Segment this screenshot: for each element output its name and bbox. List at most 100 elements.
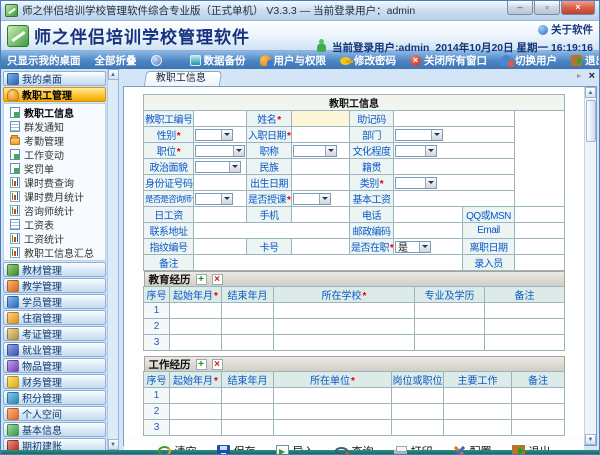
show-my-desktop-button[interactable]: 只显示我的桌面 [7, 53, 81, 68]
work-cell[interactable] [511, 419, 565, 436]
sidebar-group-employment[interactable]: 就业管理 [3, 342, 106, 357]
work-cell[interactable] [391, 419, 444, 436]
add-row-icon[interactable]: + [195, 273, 207, 285]
scrollbar-thumb[interactable] [585, 100, 596, 142]
edu-cell[interactable] [414, 302, 485, 319]
edu-cell[interactable] [221, 318, 274, 335]
leave-date-input[interactable] [514, 238, 565, 255]
name-input[interactable] [291, 110, 350, 127]
work-cell[interactable] [511, 403, 565, 420]
maximize-button[interactable]: ▫ [534, 1, 560, 15]
dropdown-arrow-icon[interactable] [425, 177, 436, 188]
dropdown-arrow-icon[interactable] [229, 161, 240, 172]
data-backup-button[interactable]: 数据备份 [189, 53, 246, 68]
ethnicity-input[interactable] [291, 158, 350, 175]
work-cell[interactable] [391, 403, 444, 420]
remark-input[interactable] [193, 254, 463, 271]
sidebar-item-reward-penalty[interactable]: 奖罚单 [10, 161, 105, 175]
dropdown-arrow-icon[interactable] [221, 129, 232, 140]
sidebar-scrollbar[interactable]: ▲ ▼ [107, 69, 119, 450]
edu-cell[interactable] [221, 334, 274, 351]
native-place-input[interactable] [393, 158, 515, 175]
work-cell[interactable] [391, 387, 444, 404]
scroll-down-icon[interactable]: ▼ [585, 434, 596, 445]
edu-cell[interactable] [484, 302, 565, 319]
scroll-up-icon[interactable]: ▲ [107, 69, 119, 80]
dropdown-arrow-icon[interactable] [431, 129, 442, 140]
scroll-down-icon[interactable]: ▼ [107, 439, 119, 450]
dropdown-arrow-icon[interactable] [233, 145, 244, 156]
dropdown-arrow-icon[interactable] [419, 241, 430, 252]
is-consultant-select[interactable] [195, 192, 233, 205]
sidebar-item-job-change[interactable]: 工作变动 [10, 147, 105, 161]
work-cell[interactable] [443, 403, 512, 420]
dropdown-arrow-icon[interactable] [221, 193, 232, 204]
add-row-icon[interactable]: + [195, 358, 207, 370]
edu-cell[interactable] [414, 334, 485, 351]
edu-cell[interactable] [273, 334, 415, 351]
sidebar-group-initial-accounts[interactable]: 期初建账 [3, 438, 106, 450]
sidebar-item-attendance[interactable]: 考勤管理 [10, 133, 105, 147]
sidebar-item-staff-info[interactable]: 教职工信息 [10, 105, 105, 119]
main-scrollbar[interactable]: ▲ ▼ [584, 87, 596, 445]
edu-cell[interactable] [273, 318, 415, 335]
sidebar-item-salary-sheet[interactable]: 工资表 [10, 217, 105, 231]
phone-input[interactable] [393, 206, 463, 223]
email-input[interactable] [514, 222, 565, 239]
sidebar-item-my-desktop[interactable]: 我的桌面 [3, 71, 106, 86]
gender-select[interactable] [195, 128, 233, 141]
work-cell[interactable] [443, 419, 512, 436]
sidebar-group-staff-management[interactable]: 教职工管理 [3, 87, 106, 102]
sidebar-group-goods[interactable]: 物品管理 [3, 358, 106, 373]
political-select[interactable] [195, 160, 241, 173]
sidebar-group-finance[interactable]: 财务管理 [3, 374, 106, 389]
edu-cell[interactable] [169, 302, 222, 319]
close-button[interactable]: × [561, 1, 595, 15]
scroll-up-icon[interactable]: ▲ [585, 87, 596, 98]
entry-clerk-input[interactable] [514, 254, 565, 271]
category-select[interactable] [395, 176, 437, 189]
sidebar-group-lodging[interactable]: 住宿管理 [3, 310, 106, 325]
base-salary-input[interactable] [393, 190, 515, 207]
sidebar-group-basic-info[interactable]: 基本信息 [3, 422, 106, 437]
edu-cell[interactable] [169, 334, 222, 351]
sidebar-item-salary-stats[interactable]: 工资统计 [10, 231, 105, 245]
dropdown-arrow-icon[interactable] [325, 145, 336, 156]
minimize-button[interactable]: – [507, 1, 533, 15]
staff-no-input[interactable] [193, 110, 247, 127]
position-select[interactable] [195, 144, 245, 157]
work-cell[interactable] [273, 419, 392, 436]
tab-staff-info[interactable]: 教职工信息 [143, 71, 223, 86]
work-cell[interactable] [511, 387, 565, 404]
edu-cell[interactable] [273, 302, 415, 319]
work-cell[interactable] [169, 419, 222, 436]
sidebar-group-textbook[interactable]: 教材管理 [3, 262, 106, 277]
mobile-input[interactable] [291, 206, 350, 223]
is-teaching-select[interactable] [293, 192, 331, 205]
education-level-select[interactable] [395, 144, 437, 157]
work-cell[interactable] [273, 403, 392, 420]
mnemonic-input[interactable] [393, 110, 515, 127]
refresh-icon[interactable] [150, 54, 162, 66]
is-employed-select[interactable]: 是 [395, 240, 431, 254]
work-cell[interactable] [221, 403, 274, 420]
delete-row-icon[interactable]: × [211, 273, 223, 285]
dropdown-arrow-icon[interactable] [319, 193, 330, 204]
job-title-select[interactable] [293, 144, 337, 157]
delete-row-icon[interactable]: × [211, 358, 223, 370]
work-cell[interactable] [169, 403, 222, 420]
sidebar-group-points[interactable]: 积分管理 [3, 390, 106, 405]
tab-close-icon[interactable]: × [589, 70, 595, 82]
birth-date-input[interactable] [291, 174, 350, 191]
sidebar-scroll-track[interactable] [108, 80, 119, 439]
collapse-all-button[interactable]: 全部折叠 [95, 53, 137, 68]
sidebar-group-certification[interactable]: 考证管理 [3, 326, 106, 341]
sidebar-group-personal-space[interactable]: 个人空间 [3, 406, 106, 421]
sidebar-item-staff-summary[interactable]: 教职工信息汇总 [10, 245, 105, 259]
qq-msn-input[interactable] [514, 206, 565, 223]
hire-date-input[interactable] [291, 126, 350, 143]
work-cell[interactable] [221, 387, 274, 404]
sidebar-item-hour-fee-query[interactable]: 课时费查询 [10, 175, 105, 189]
address-input[interactable] [193, 222, 350, 239]
sidebar-item-hour-fee-monthly[interactable]: 课时费月统计 [10, 189, 105, 203]
